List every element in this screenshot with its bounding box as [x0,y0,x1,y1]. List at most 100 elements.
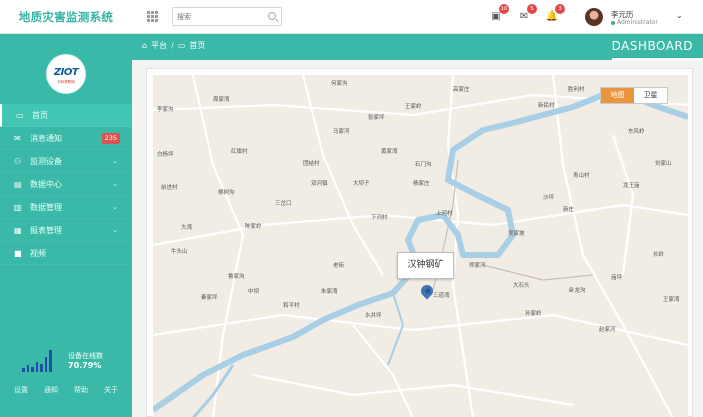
map-place-label: 刘家山 [655,161,672,167]
map-type-satellite-button[interactable]: 卫星 [634,88,667,103]
sidebar-item-devices[interactable]: ⚇ 监测设备 ⌄ [0,150,132,173]
map-place-label: 长岭 [653,252,665,258]
map-place-label: 孙家岭 [525,311,542,317]
map-place-label: 鲁家沟 [228,274,245,280]
users-icon: ⚇ [14,157,22,166]
logo: ZIOT 中科物联网 [46,54,86,94]
map-place-label: 秦家坪 [201,295,218,301]
laptop-icon: ▭ [16,111,24,120]
top-navbar: 地质灾害监测系统 ▣ 10 ✉ 5 🔔 3 李元历 Administrator … [0,0,703,34]
map-place-label: 庙坪 [611,275,623,281]
map-place-label: 陈家岭 [245,224,262,230]
map-place-label: 青山村 [573,173,590,179]
map-place-label: 马家河 [333,129,350,135]
map-canvas[interactable]: 地图 卫星 何家沟 高家庄 胜利村 周家湾 王家岭 李家沟 张家坪 新民村 马家… [153,75,688,417]
map-place-label: 中坝 [248,289,260,295]
map-place-label: 胜利村 [568,87,585,93]
map-place-label: 大石头 [513,283,530,289]
envelope-icon: ✉ [519,11,529,22]
map-place-label: 沙坪 [543,195,555,201]
map-place-label: 红旗村 [231,149,248,155]
map-place-label: 王家湾 [663,297,680,303]
map-place-label: 王家岭 [405,104,422,110]
map-place-label: 柳树沟 [218,190,235,196]
chevron-down-icon[interactable]: ⌄ [676,11,683,20]
breadcrumb-current: 首页 [189,41,206,50]
sidebar-item-label: 视频 [30,249,46,258]
sidebar-item-home[interactable]: ▭ 首页 [0,104,132,127]
map-place-label: 老街 [333,263,345,269]
map-place-label: 李家沟 [157,107,174,113]
messages-button[interactable]: ✉ 5 [515,4,537,25]
sidebar-item-messages[interactable]: ✉ 消息通知 235 [0,127,132,150]
map-place-label: 水井坪 [365,313,382,319]
map-place-label: 新民村 [538,103,555,109]
map-callout[interactable]: 汉钟钢矿 [397,252,454,279]
logo-text: ZIOT [53,67,79,78]
map-place-label: 石门沟 [415,162,432,168]
table-icon: ▦ [14,226,22,235]
sidebar-item-label: 消息通知 [30,134,62,143]
footer-link-help[interactable]: 帮助 [74,385,88,399]
inbox-icon: ▣ [491,11,501,22]
map-place-label: 高家庄 [453,87,470,93]
app-title[interactable]: 地质灾害监测系统 [0,0,132,34]
map-type-switch: 地图 卫星 [600,87,668,104]
map-place-label: 朱家湾 [321,289,338,295]
sidebar: ZIOT 中科物联网 ▭ 首页 ✉ 消息通知 235 ⚇ 监测设备 ⌄ ▤ 数据… [0,34,132,417]
messages-badge: 5 [527,4,537,14]
map-place-label: 吴家坡 [508,231,525,237]
map-place-label: 三岔口 [275,201,292,207]
breadcrumb-home[interactable]: 平台 [151,40,167,51]
map-place-label: 东风岭 [628,129,645,135]
sidebar-item-video[interactable]: ■ 视频 [0,242,132,265]
footer-link-notice[interactable]: 通知 [44,385,58,399]
user-role: Administrator [611,19,658,26]
map-place-label: 三道湾 [433,293,450,299]
stat-label: 设备在线数 [68,352,103,360]
sidebar-item-reports[interactable]: ▦ 报表管理 ⌄ [0,219,132,242]
map-place-label: 大湾 [181,225,193,231]
sidebar-footer: 设置 通知 帮助 关于 [0,385,132,399]
sidebar-nav: ▭ 首页 ✉ 消息通知 235 ⚇ 监测设备 ⌄ ▤ 数据中心 ⌄ ▥ 数据管理… [0,104,132,265]
bar-chart-icon [22,348,53,372]
search-icon[interactable] [268,12,276,20]
chevron-down-icon: ⌄ [112,203,118,211]
sidebar-item-label: 首页 [32,111,48,120]
footer-link-about[interactable]: 关于 [104,385,118,399]
map-type-map-button[interactable]: 地图 [601,88,634,103]
map-place-label: 龙王庙 [623,183,640,189]
map-place-label: 大坝子 [353,181,370,187]
map-card: 地图 卫星 何家沟 高家庄 胜利村 周家湾 王家岭 李家沟 张家坪 新民村 马家… [146,68,693,417]
sidebar-item-label: 数据管理 [30,203,62,212]
map-place-label: 新庄 [563,207,575,213]
map-place-label: 前进村 [161,185,178,191]
map-place-label: 白杨坪 [157,152,174,158]
laptop-icon: ▭ [177,41,186,50]
chevron-down-icon: ⌄ [112,226,118,234]
inbox-button[interactable]: ▣ 10 [487,4,509,25]
footer-link-settings[interactable]: 设置 [14,385,28,399]
map-place-label: 双河镇 [311,181,328,187]
chevron-down-icon: ⌄ [112,157,118,165]
search-box [172,7,282,26]
grid-menu-icon[interactable] [147,11,158,22]
map-place-label: 下河村 [371,215,388,221]
page-title: DASHBOARD [611,39,693,53]
map-place-label: 张家坪 [368,115,385,121]
messages-count-badge: 235 [101,133,120,144]
map-place-label: 上河村 [436,211,453,217]
avatar[interactable] [585,8,603,26]
notifications-button[interactable]: 🔔 3 [543,4,565,25]
search-input[interactable] [177,8,265,25]
inbox-badge: 10 [499,4,509,14]
notifications-badge: 3 [555,4,565,14]
sidebar-item-data-management[interactable]: ▥ 数据管理 ⌄ [0,196,132,219]
map-terrain [153,75,688,417]
bell-icon: 🔔 [545,11,559,22]
sidebar-item-data-center[interactable]: ▤ 数据中心 ⌄ [0,173,132,196]
map-place-label: 郑家河 [469,263,486,269]
calendar-icon: ▤ [14,180,22,189]
map-place-label: 和平村 [283,303,300,309]
video-icon: ■ [14,249,22,258]
